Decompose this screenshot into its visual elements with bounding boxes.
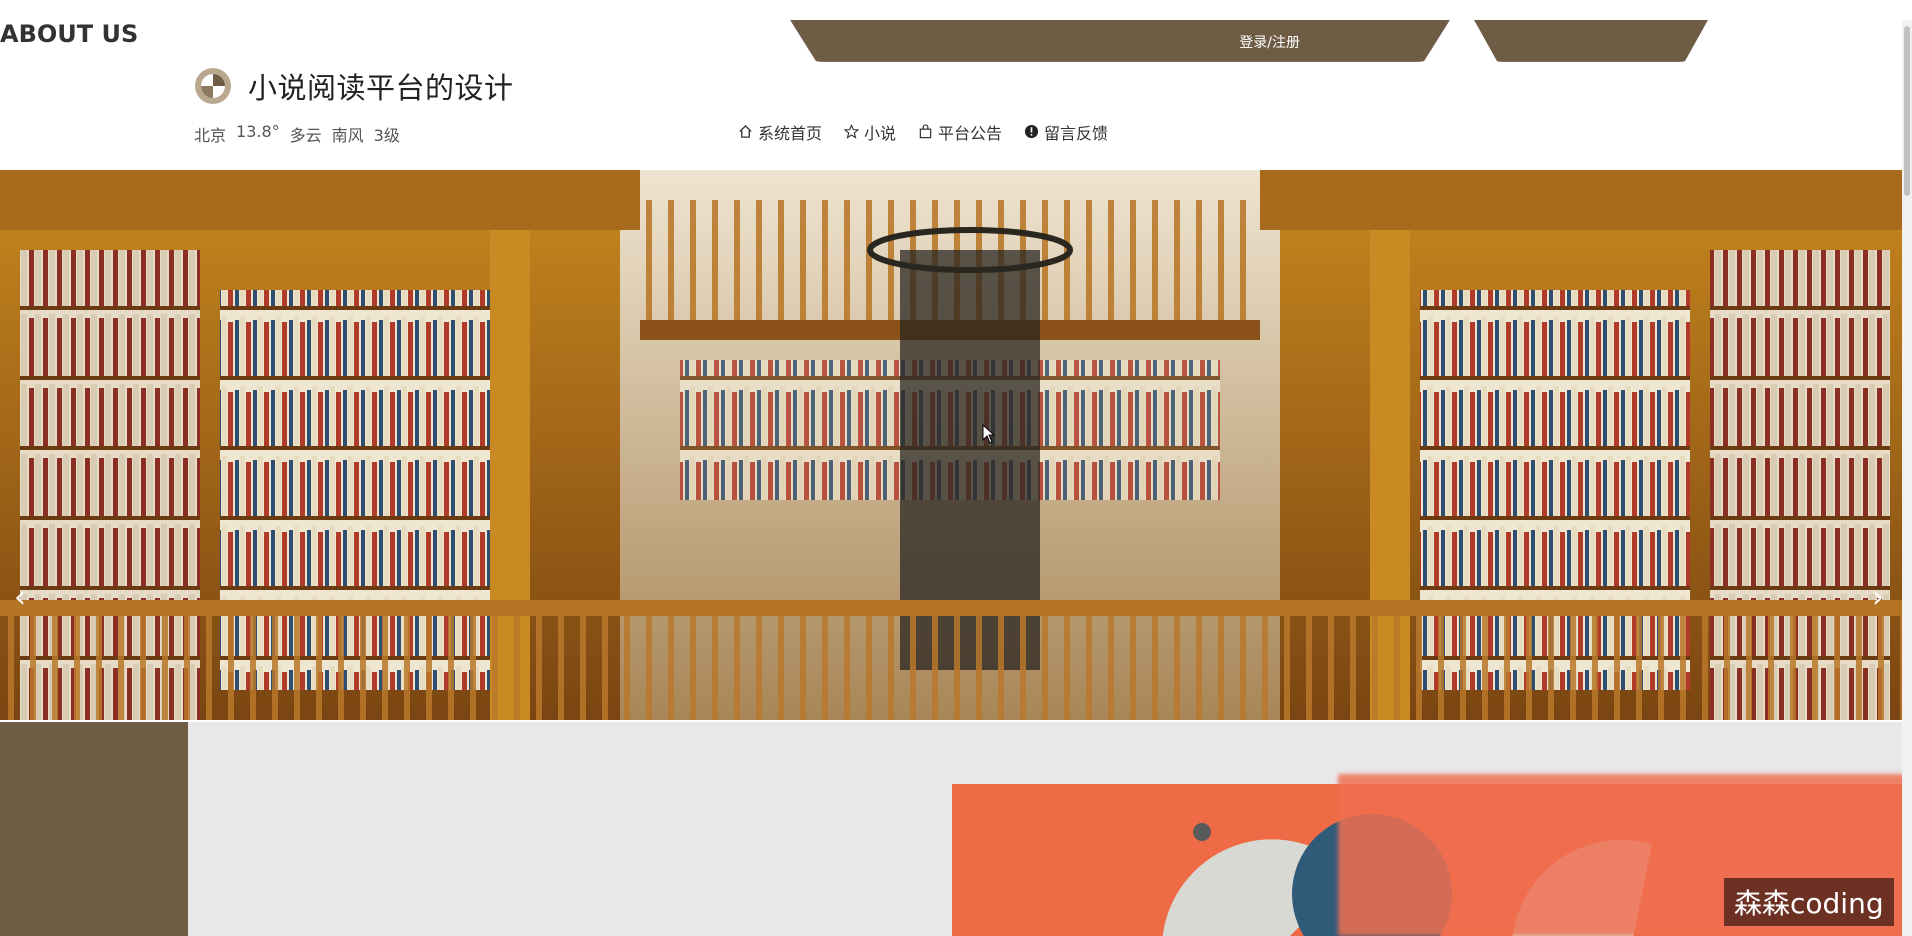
about-side-bar: [0, 721, 188, 936]
home-icon: [739, 125, 752, 139]
info-icon: [1024, 125, 1039, 139]
brand: 小说阅读平台的设计: [194, 65, 514, 107]
banner-carousel[interactable]: ‹ ›: [0, 169, 1902, 720]
nav-item-label: 小说: [864, 123, 897, 143]
weather-condition: 多云: [289, 125, 322, 145]
nav-item-label: 留言反馈: [1044, 123, 1109, 143]
nav-item-novel[interactable]: 小说: [844, 120, 896, 144]
bag-icon: [919, 124, 932, 139]
weather-level: 3级: [373, 125, 400, 145]
star-icon: [844, 124, 860, 140]
weather-city: 北京: [194, 125, 227, 145]
site-title: 小说阅读平台的设计: [248, 70, 514, 105]
logo-icon: [195, 67, 231, 104]
scrollbar-thumb[interactable]: [1904, 25, 1910, 196]
nav-item-home[interactable]: 系统首页: [738, 120, 822, 144]
weather-wind: 南风: [331, 125, 364, 145]
login-tab: 登录/注册: [790, 19, 1450, 62]
weather-temperature: 13.8°: [236, 121, 280, 141]
nav-item-label: 系统首页: [758, 123, 823, 143]
header-tab-decoration: [1474, 19, 1708, 62]
mouse-cursor-icon: [982, 423, 996, 444]
page-scrollbar[interactable]: [1902, 19, 1912, 936]
nav-item-label: 平台公告: [938, 123, 1003, 143]
watermark: 森森coding: [1724, 877, 1894, 926]
nav-item-announcement[interactable]: 平台公告: [918, 120, 1002, 144]
weather-widget: 北京 13.8° 多云 南风 3级: [194, 122, 400, 146]
banner-prev-arrow[interactable]: ‹: [14, 580, 26, 615]
nav-item-feedback[interactable]: 留言反馈: [1024, 120, 1108, 144]
banner-next-arrow[interactable]: ›: [1872, 580, 1884, 615]
main-nav: 系统首页 小说 平台公告 留言反馈: [738, 120, 1108, 144]
login-register-link[interactable]: 登录/注册: [1239, 32, 1300, 52]
library-banner-image: [0, 169, 1902, 720]
